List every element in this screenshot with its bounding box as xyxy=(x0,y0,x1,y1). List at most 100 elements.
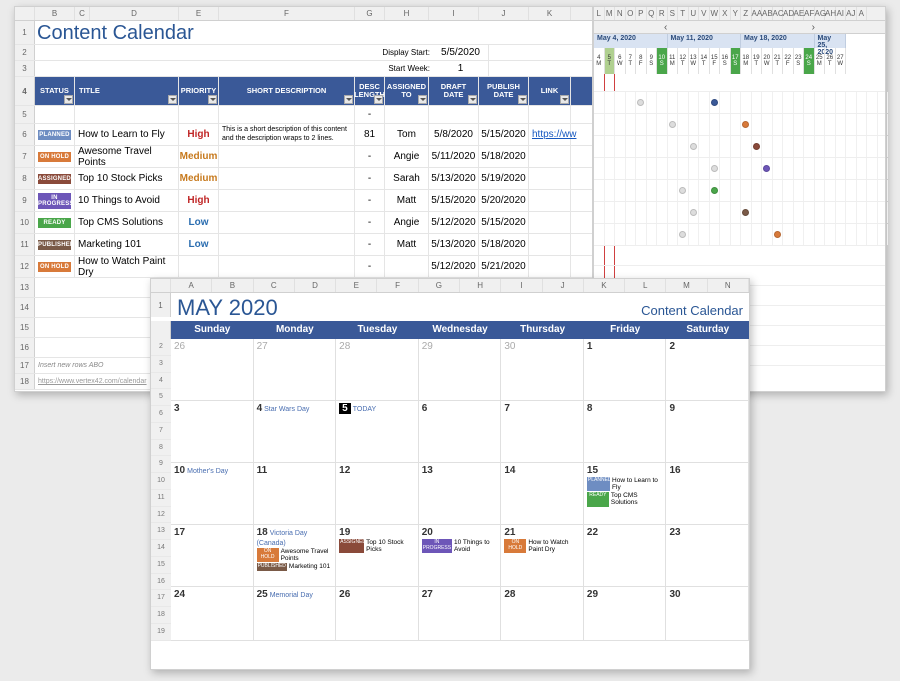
calendar-day-cell[interactable]: 10Mother's Day xyxy=(171,463,254,525)
link-cell[interactable] xyxy=(529,190,571,211)
calendar-day-cell[interactable]: 22 xyxy=(584,525,667,587)
calendar-day-cell[interactable]: 18Victoria Day (Canada)ON HOLDAwesome Tr… xyxy=(254,525,337,587)
start-week-value[interactable]: 1 xyxy=(433,61,489,76)
link-cell[interactable] xyxy=(529,212,571,233)
calendar-day-cell[interactable]: 11 xyxy=(254,463,337,525)
table-row[interactable]: 10READYTop CMS SolutionsLow-Angie5/12/20… xyxy=(15,212,592,234)
calendar-day-cell[interactable]: 15PLANNEDHow to Learn to FlyREADYTop CMS… xyxy=(584,463,667,525)
calendar-day-cell[interactable]: 16 xyxy=(666,463,749,525)
title-cell[interactable]: Awesome Travel Points xyxy=(75,146,179,167)
table-row[interactable]: 8ASSIGNEDTop 10 Stock PicksMedium-Sarah5… xyxy=(15,168,592,190)
link-cell[interactable] xyxy=(529,146,571,167)
table-row[interactable]: 9IN PROGRESS10 Things to AvoidHigh-Matt5… xyxy=(15,190,592,212)
table-row[interactable]: 7ON HOLDAwesome Travel PointsMedium-Angi… xyxy=(15,146,592,168)
calendar-day-cell[interactable]: 7 xyxy=(501,401,584,463)
link-cell[interactable] xyxy=(529,168,571,189)
draft-date-cell[interactable]: 5/15/2020 xyxy=(429,190,479,211)
calendar-event[interactable]: ON HOLDHow to Watch Paint Dry xyxy=(504,539,580,553)
filter-arrow-icon[interactable] xyxy=(374,95,383,104)
calendar-day-cell[interactable]: 13 xyxy=(419,463,502,525)
assigned-cell[interactable]: Matt xyxy=(385,190,429,211)
assigned-cell[interactable]: Tom xyxy=(385,124,429,145)
desc-cell[interactable] xyxy=(219,190,355,211)
calendar-day-cell[interactable]: 19ASSIGNEDTop 10 Stock Picks xyxy=(336,525,419,587)
calendar-day-cell[interactable]: 26 xyxy=(171,339,254,401)
priority-cell[interactable]: Low xyxy=(179,212,219,233)
calendar-day-cell[interactable]: 6 xyxy=(419,401,502,463)
publish-date-cell[interactable]: 5/19/2020 xyxy=(479,168,529,189)
title-cell[interactable]: How to Watch Paint Dry xyxy=(75,256,179,277)
calendar-day-cell[interactable]: 8 xyxy=(584,401,667,463)
draft-date-cell[interactable]: 5/11/2020 xyxy=(429,146,479,167)
draft-date-cell[interactable]: 5/8/2020 xyxy=(429,124,479,145)
draft-date-cell[interactable]: 5/12/2020 xyxy=(429,256,479,277)
desc-cell[interactable] xyxy=(219,146,355,167)
calendar-day-cell[interactable]: 28 xyxy=(501,587,584,641)
link-cell[interactable] xyxy=(529,234,571,255)
priority-cell[interactable]: Medium xyxy=(179,146,219,167)
publish-date-cell[interactable]: 5/18/2020 xyxy=(479,146,529,167)
calendar-day-cell[interactable]: 17 xyxy=(171,525,254,587)
calendar-event[interactable]: READYTop CMS Solutions xyxy=(587,492,663,506)
title-cell[interactable]: 10 Things to Avoid xyxy=(75,190,179,211)
title-cell[interactable]: How to Learn to Fly xyxy=(75,124,179,145)
desc-cell[interactable] xyxy=(219,256,355,277)
filter-arrow-icon[interactable] xyxy=(518,95,527,104)
assigned-cell[interactable]: Angie xyxy=(385,146,429,167)
filter-arrow-icon[interactable] xyxy=(64,95,73,104)
calendar-day-cell[interactable]: 2 xyxy=(666,339,749,401)
chevron-left-icon[interactable]: ‹ xyxy=(664,22,667,33)
calendar-day-cell[interactable]: 27 xyxy=(254,339,337,401)
title-cell[interactable]: Top 10 Stock Picks xyxy=(75,168,179,189)
calendar-day-cell[interactable]: 23 xyxy=(666,525,749,587)
calendar-day-cell[interactable]: 27 xyxy=(419,587,502,641)
calendar-day-cell[interactable]: 25Memorial Day xyxy=(254,587,337,641)
calendar-day-cell[interactable]: 29 xyxy=(584,587,667,641)
link-cell[interactable] xyxy=(529,256,571,277)
priority-cell[interactable]: Low xyxy=(179,234,219,255)
filter-arrow-icon[interactable] xyxy=(168,95,177,104)
calendar-day-cell[interactable]: 4Star Wars Day xyxy=(254,401,337,463)
calendar-day-cell[interactable]: 30 xyxy=(501,339,584,401)
filter-arrow-icon[interactable] xyxy=(208,95,217,104)
calendar-day-cell[interactable]: 28 xyxy=(336,339,419,401)
calendar-day-cell[interactable]: 30 xyxy=(666,587,749,641)
draft-date-cell[interactable]: 5/13/2020 xyxy=(429,168,479,189)
desc-cell[interactable] xyxy=(219,234,355,255)
calendar-event[interactable]: PLANNEDHow to Learn to Fly xyxy=(587,477,663,491)
table-row[interactable]: 6PLANNEDHow to Learn to FlyHighThis is a… xyxy=(15,124,592,146)
table-row[interactable]: 12ON HOLDHow to Watch Paint Dry-5/12/202… xyxy=(15,256,592,278)
calendar-day-cell[interactable]: 9 xyxy=(666,401,749,463)
table-row[interactable]: 11PUBLISHEDMarketing 101Low-Matt5/13/202… xyxy=(15,234,592,256)
calendar-day-cell[interactable]: 24 xyxy=(171,587,254,641)
publish-date-cell[interactable]: 5/20/2020 xyxy=(479,190,529,211)
draft-date-cell[interactable]: 5/12/2020 xyxy=(429,212,479,233)
calendar-day-cell[interactable]: 3 xyxy=(171,401,254,463)
assigned-cell[interactable]: Sarah xyxy=(385,168,429,189)
filter-arrow-icon[interactable] xyxy=(418,95,427,104)
title-cell[interactable]: Top CMS Solutions xyxy=(75,212,179,233)
publish-date-cell[interactable]: 5/15/2020 xyxy=(479,212,529,233)
calendar-day-cell[interactable]: 5TODAY xyxy=(336,401,419,463)
calendar-event[interactable]: IN PROGRESS10 Things to Avoid xyxy=(422,539,498,553)
desc-cell[interactable] xyxy=(219,168,355,189)
gantt-scrollbar[interactable]: ‹ › xyxy=(594,21,885,34)
calendar-day-cell[interactable]: 29 xyxy=(419,339,502,401)
desc-cell[interactable] xyxy=(219,212,355,233)
publish-date-cell[interactable]: 5/18/2020 xyxy=(479,234,529,255)
calendar-day-cell[interactable]: 14 xyxy=(501,463,584,525)
assigned-cell[interactable]: Matt xyxy=(385,234,429,255)
calendar-day-cell[interactable]: 12 xyxy=(336,463,419,525)
calendar-event[interactable]: ON HOLDAwesome Travel Points xyxy=(257,548,333,562)
calendar-day-cell[interactable]: 20IN PROGRESS10 Things to Avoid xyxy=(419,525,502,587)
link-cell[interactable]: https://ww xyxy=(529,124,571,145)
publish-date-cell[interactable]: 5/15/2020 xyxy=(479,124,529,145)
assigned-cell[interactable]: Angie xyxy=(385,212,429,233)
title-cell[interactable]: Marketing 101 xyxy=(75,234,179,255)
calendar-event[interactable]: PUBLISHEDMarketing 101 xyxy=(257,563,333,571)
priority-cell[interactable]: High xyxy=(179,124,219,145)
filter-arrow-icon[interactable] xyxy=(560,95,569,104)
filter-arrow-icon[interactable] xyxy=(344,95,353,104)
calendar-day-cell[interactable]: 21ON HOLDHow to Watch Paint Dry xyxy=(501,525,584,587)
vertex42-link[interactable]: https://www.vertex42.com/calendar xyxy=(38,378,147,385)
